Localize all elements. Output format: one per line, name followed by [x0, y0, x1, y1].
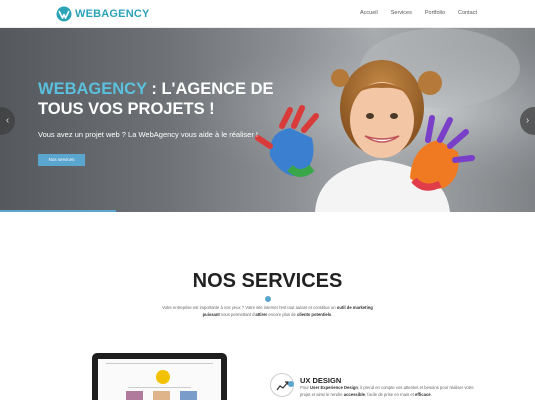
ux-design-description: Pour User Experience Design, il prend en…	[300, 385, 474, 397]
nos-services-button[interactable]: Nos services	[38, 154, 85, 166]
hero-subtitle: Vous avez un projet web ? La WebAgency v…	[38, 130, 258, 139]
chart-icon	[276, 381, 289, 391]
main-nav: Accueil Services Portfolio Contact	[360, 10, 477, 16]
hero-slider: WEBAGENCY : L'AGENCE DE TOUS VOS PROJETS…	[0, 28, 535, 212]
hero-title-brand: WEBAGENCY	[38, 80, 147, 98]
laptop-mockup-image	[92, 353, 227, 400]
screen-line	[106, 363, 213, 364]
slider-progress-bar	[0, 210, 116, 212]
hero-title: WEBAGENCY : L'AGENCE DE TOUS VOS PROJETS…	[38, 79, 278, 119]
nav-item-portfolio[interactable]: Portfolio	[425, 10, 445, 16]
services-accent-dot	[265, 296, 271, 302]
hero-background-image	[0, 28, 535, 212]
site-header: WEBAGENCY Accueil Services Portfolio Con…	[0, 0, 535, 28]
logo-text: WEBAGENCY	[75, 8, 150, 20]
nav-item-services[interactable]: Services	[391, 10, 412, 16]
logo[interactable]: WEBAGENCY	[56, 5, 150, 23]
screen-thumbnail	[126, 391, 143, 400]
screen-thumbnail	[153, 391, 170, 400]
services-description: Votre entreprise est importante à vos ye…	[162, 305, 373, 317]
logo-icon	[56, 6, 72, 22]
screen-thumbnail	[180, 391, 197, 400]
screen-logo-circle	[156, 370, 170, 384]
laptop-screen	[98, 359, 221, 400]
services-title: NOS SERVICES	[192, 270, 343, 292]
screen-line	[128, 387, 191, 388]
nav-item-contact[interactable]: Contact	[458, 10, 477, 16]
nav-item-accueil[interactable]: Accueil	[360, 10, 378, 16]
ux-design-title: UX DESIGN	[300, 376, 342, 385]
ux-accent-dot	[288, 381, 294, 387]
